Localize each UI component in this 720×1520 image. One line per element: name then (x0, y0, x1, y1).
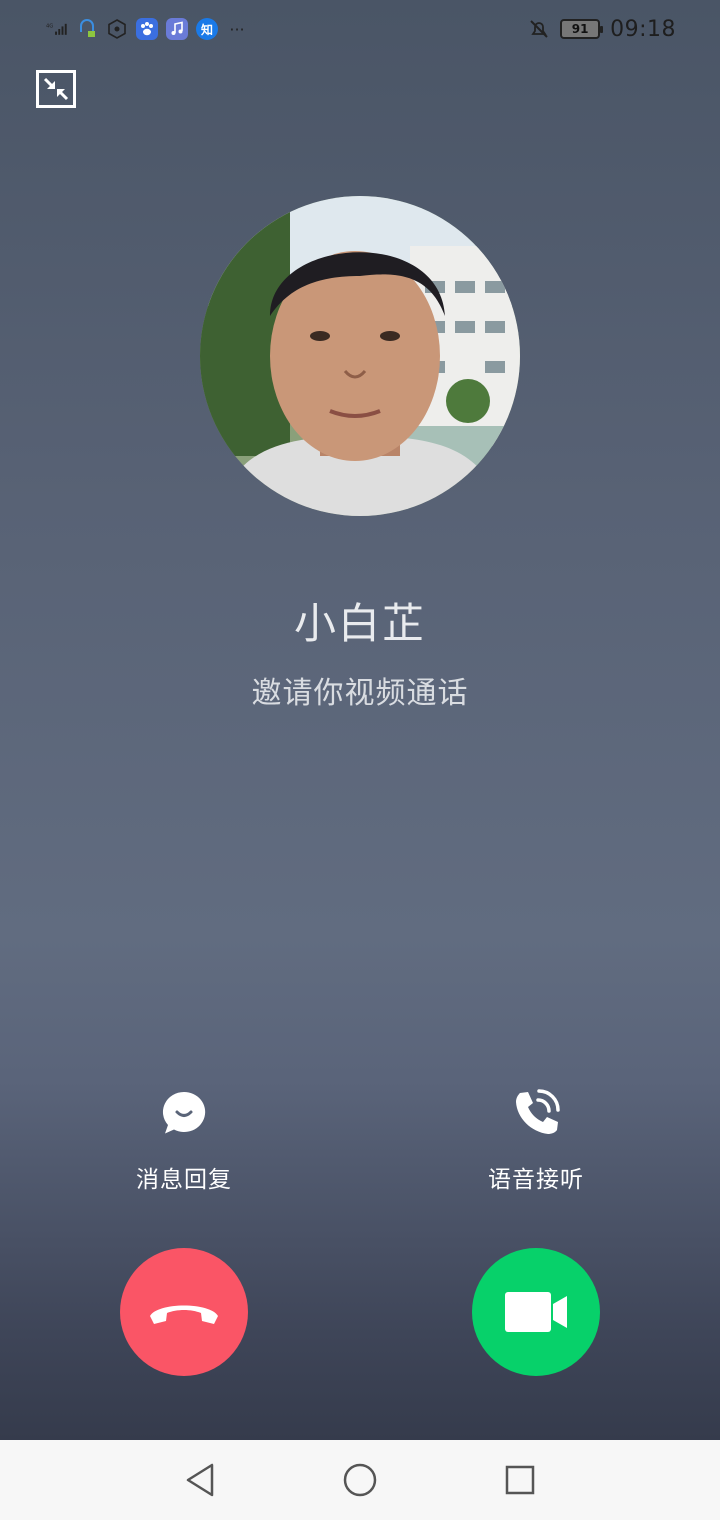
call-screen: 4G 知 ··· 91 09:18 小白芷 邀请你视频通话 消息回复 语音接听 (0, 0, 720, 1440)
zhihu-icon: 知 (196, 18, 218, 40)
svg-text:4G: 4G (46, 24, 53, 30)
mute-icon (528, 18, 550, 40)
caller-name: 小白芷 (293, 599, 426, 648)
bluetooth-icon (76, 18, 98, 40)
hang-up-icon (144, 1292, 224, 1332)
signal-icon: 4G (46, 18, 68, 40)
status-bar: 4G 知 ··· 91 09:18 (0, 0, 720, 56)
back-triangle-icon (184, 1462, 216, 1498)
nav-recents-button[interactable] (502, 1462, 538, 1498)
music-icon (166, 18, 188, 40)
caller-avatar (200, 196, 520, 516)
voice-call-icon (511, 1088, 561, 1138)
recents-square-icon (504, 1464, 536, 1496)
hexagon-icon (106, 18, 128, 40)
nav-home-button[interactable] (342, 1462, 378, 1498)
voice-answer-label: 语音接听 (488, 1167, 584, 1193)
status-right: 91 09:18 (528, 14, 676, 44)
decline-call-button[interactable] (120, 1248, 248, 1376)
battery-indicator: 91 (560, 19, 604, 39)
voice-answer-button[interactable]: 语音接听 (436, 1088, 636, 1194)
clock: 09:18 (610, 16, 676, 42)
chat-bubble-icon (159, 1088, 209, 1138)
status-left: 4G 知 ··· (46, 14, 248, 44)
minimize-button[interactable] (36, 70, 76, 108)
nav-back-button[interactable] (182, 1462, 218, 1498)
video-camera-icon (503, 1288, 569, 1336)
more-icon: ··· (229, 19, 245, 39)
navigation-bar (0, 1440, 720, 1520)
message-reply-button[interactable]: 消息回复 (84, 1088, 284, 1194)
minimize-arrows-icon (41, 75, 71, 103)
message-reply-label: 消息回复 (136, 1167, 232, 1193)
accept-video-button[interactable] (472, 1248, 600, 1376)
home-circle-icon (342, 1462, 378, 1498)
call-invite-text: 邀请你视频通话 (251, 676, 469, 711)
paw-icon (136, 18, 158, 40)
